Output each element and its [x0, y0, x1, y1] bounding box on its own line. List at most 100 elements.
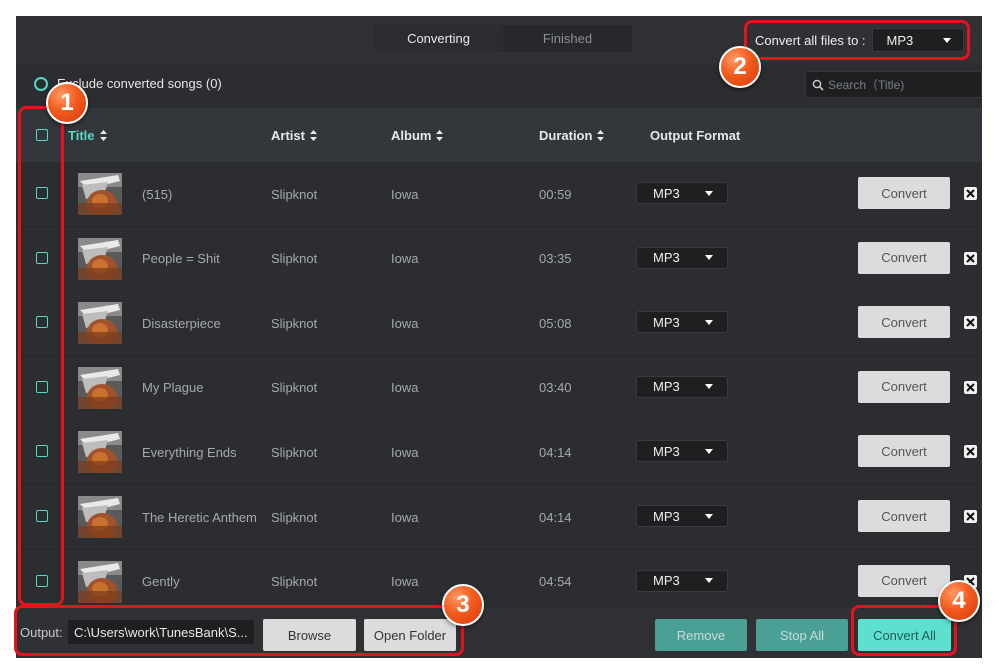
- output-format-select[interactable]: MP3: [636, 311, 728, 334]
- album-cover: [78, 496, 122, 538]
- table-row[interactable]: Disasterpiece Slipknot Iowa 05:08 MP3 Convert: [16, 291, 982, 357]
- column-header-duration[interactable]: Duration: [539, 108, 605, 162]
- search-icon: [812, 79, 824, 91]
- column-header-album[interactable]: Album: [391, 108, 444, 162]
- chevron-down-icon: [705, 448, 713, 454]
- table-row[interactable]: My Plague Slipknot Iowa 03:40 MP3 Convert: [16, 355, 982, 421]
- song-duration: 04:54: [539, 574, 572, 590]
- output-format-value: MP3: [653, 250, 680, 266]
- convert-all-format-select[interactable]: MP3: [871, 28, 964, 52]
- column-title-label: Title: [68, 127, 95, 143]
- output-format-select[interactable]: MP3: [636, 440, 728, 463]
- table-row[interactable]: (515) Slipknot Iowa 00:59 MP3 Convert: [16, 162, 982, 227]
- convert-all-button[interactable]: Convert All: [858, 619, 951, 651]
- output-path-field[interactable]: C:\Users\work\TunesBank\S...: [68, 620, 254, 644]
- convert-button[interactable]: Convert: [858, 306, 950, 339]
- song-album: Iowa: [391, 315, 419, 331]
- close-icon: [966, 512, 975, 521]
- bottom-bar: Output: C:\Users\work\TunesBank\S... Bro…: [16, 607, 982, 658]
- stop-all-button[interactable]: Stop All: [756, 619, 848, 651]
- song-album: Iowa: [391, 186, 419, 202]
- output-format-select[interactable]: MP3: [636, 569, 728, 592]
- row-checkbox[interactable]: [36, 251, 48, 264]
- table-row[interactable]: People = Shit Slipknot Iowa 03:35 MP3 Convert: [16, 226, 982, 292]
- row-checkbox[interactable]: [36, 380, 48, 393]
- row-checkbox[interactable]: [36, 316, 48, 329]
- song-artist: Slipknot: [271, 186, 318, 202]
- top-bar: Converting Finished Convert all files to…: [16, 16, 982, 63]
- row-checkbox[interactable]: [36, 510, 48, 522]
- song-title: Everything Ends: [142, 444, 237, 460]
- convert-button[interactable]: Convert: [858, 177, 950, 209]
- song-album: Iowa: [391, 574, 419, 590]
- close-icon: [966, 189, 975, 198]
- delete-row-button[interactable]: [964, 510, 977, 523]
- convert-all-format-value: MP3: [886, 32, 914, 48]
- song-artist: Slipknot: [271, 315, 318, 331]
- tab-finished[interactable]: Finished: [503, 25, 632, 52]
- table-row[interactable]: Gently Slipknot Iowa 04:54 MP3 Convert: [16, 549, 982, 615]
- song-duration: 04:14: [539, 444, 572, 460]
- convert-all-label: Convert all files to :: [755, 32, 866, 48]
- delete-row-button[interactable]: [964, 445, 977, 459]
- song-duration: 05:08: [539, 315, 572, 331]
- convert-button[interactable]: Convert: [858, 370, 950, 403]
- convert-button[interactable]: Convert: [858, 241, 950, 274]
- sort-icon: [436, 129, 444, 141]
- chevron-down-icon: [705, 384, 713, 390]
- table-row[interactable]: Everything Ends Slipknot Iowa 04:14 MP3 Conve…: [16, 420, 982, 486]
- delete-row-button[interactable]: [964, 316, 977, 330]
- song-artist: Slipknot: [271, 574, 318, 590]
- song-artist: Slipknot: [271, 509, 318, 525]
- select-all-checkbox[interactable]: [36, 129, 48, 141]
- search-box: [805, 71, 982, 98]
- output-label: Output:: [20, 625, 63, 640]
- tab-converting[interactable]: Converting: [374, 25, 503, 52]
- delete-row-button[interactable]: [964, 380, 977, 394]
- output-format-value: MP3: [653, 185, 680, 201]
- convert-button[interactable]: Convert: [858, 435, 950, 468]
- output-format-select[interactable]: MP3: [636, 375, 728, 398]
- row-checkbox[interactable]: [36, 445, 48, 458]
- convert-button[interactable]: Convert: [858, 500, 950, 532]
- close-icon: [966, 318, 975, 327]
- chevron-down-icon: [705, 319, 713, 325]
- chevron-down-icon: [705, 513, 713, 519]
- app-window: Converting Finished Convert all files to…: [16, 16, 982, 658]
- column-artist-label: Artist: [271, 127, 305, 143]
- song-album: Iowa: [391, 251, 419, 267]
- output-format-value: MP3: [653, 573, 680, 589]
- column-header-artist[interactable]: Artist: [271, 108, 317, 162]
- song-album: Iowa: [391, 509, 419, 525]
- open-folder-button[interactable]: Open Folder: [364, 619, 456, 651]
- column-output-format-label: Output Format: [650, 127, 741, 143]
- song-duration: 04:14: [539, 509, 572, 525]
- delete-row-button[interactable]: [964, 251, 977, 265]
- close-icon: [966, 253, 975, 263]
- delete-row-button[interactable]: [964, 187, 977, 200]
- output-format-value: MP3: [653, 508, 680, 524]
- search-input[interactable]: [828, 77, 978, 92]
- song-title: (515): [142, 186, 173, 202]
- column-album-label: Album: [391, 127, 432, 143]
- row-checkbox[interactable]: [36, 574, 48, 587]
- remove-button[interactable]: Remove: [655, 619, 747, 651]
- song-title: Disasterpiece: [142, 315, 221, 331]
- song-title: People = Shit: [142, 251, 220, 267]
- output-format-select[interactable]: MP3: [636, 182, 728, 204]
- chevron-down-icon: [942, 37, 951, 43]
- sort-icon: [309, 129, 317, 141]
- step-badge-2: 2: [719, 46, 761, 88]
- row-checkbox[interactable]: [36, 187, 48, 199]
- exclude-radio[interactable]: [34, 76, 48, 91]
- song-duration: 00:59: [539, 186, 572, 202]
- output-format-select[interactable]: MP3: [636, 246, 728, 269]
- convert-button[interactable]: Convert: [858, 564, 950, 597]
- table-row[interactable]: The Heretic Anthem Slipknot Iowa 04:14 MP3 Co…: [16, 485, 982, 550]
- output-format-select[interactable]: MP3: [636, 505, 728, 527]
- song-album: Iowa: [391, 380, 419, 396]
- output-format-value: MP3: [653, 314, 680, 330]
- table-header: Title Artist Album Duration Output Forma…: [16, 108, 982, 162]
- browse-button[interactable]: Browse: [263, 619, 356, 651]
- album-cover: [78, 302, 122, 345]
